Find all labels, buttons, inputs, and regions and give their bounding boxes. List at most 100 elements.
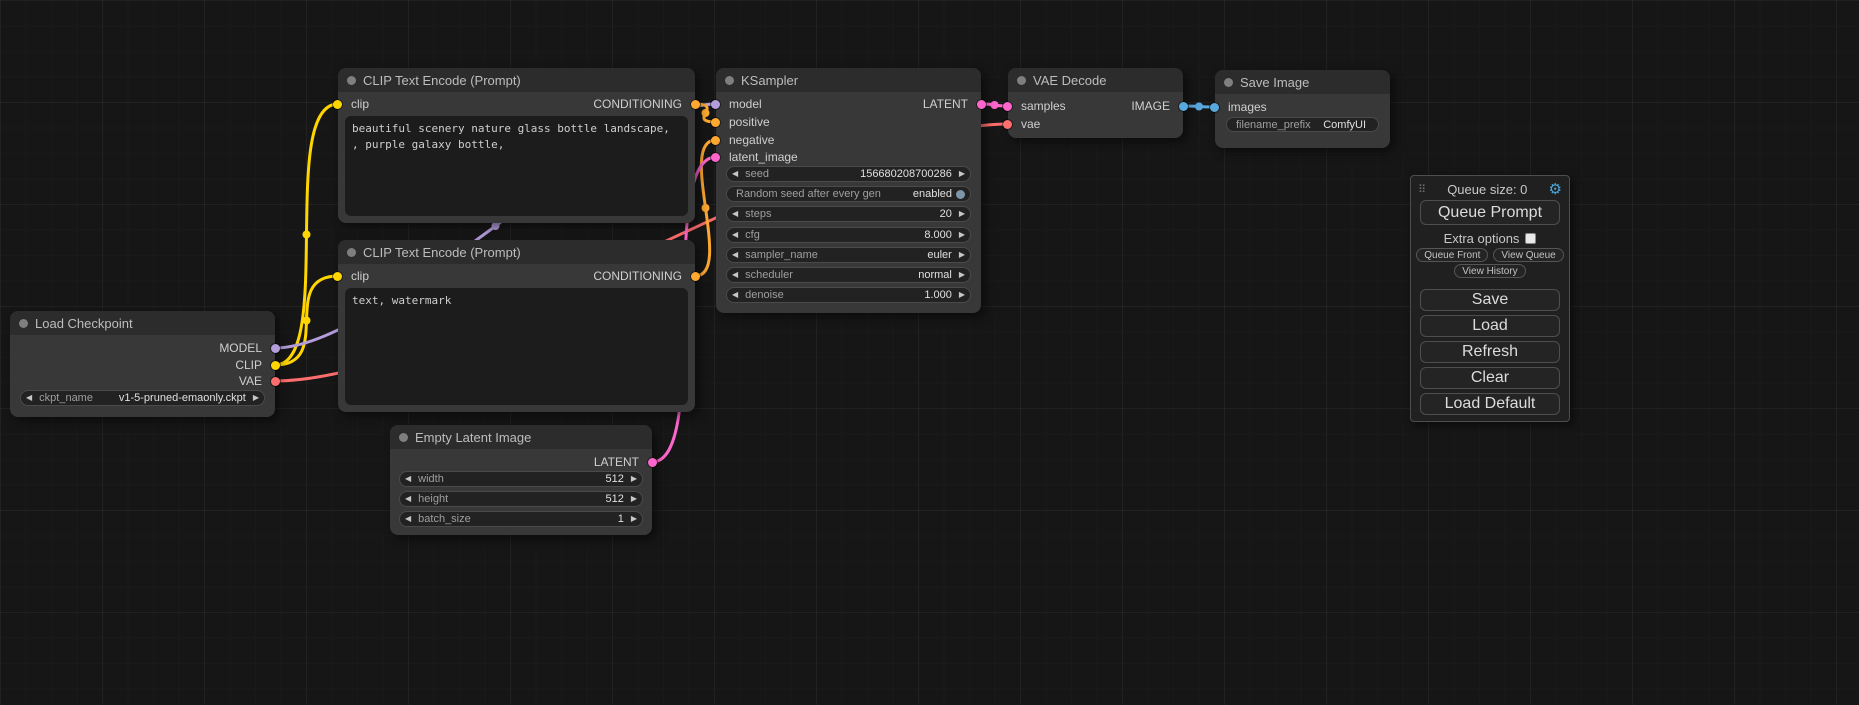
steps-widget[interactable]: ◀ steps 20 ▶ (726, 206, 971, 222)
input-label-clip: clip (351, 97, 369, 111)
node-header[interactable]: KSampler (716, 68, 981, 92)
settings-gear-icon[interactable]: ⚙ (1549, 182, 1562, 197)
refresh-button[interactable]: Refresh (1420, 341, 1560, 363)
input-port-clip[interactable] (333, 272, 342, 281)
node-header[interactable]: Load Checkpoint (10, 311, 275, 335)
prev-value-icon[interactable]: ◀ (732, 228, 738, 242)
node-empty-latent-image[interactable]: Empty Latent Image LATENT ◀ width 512 ▶ … (390, 425, 652, 535)
collapse-dot-icon[interactable] (1224, 78, 1233, 87)
filename-prefix-widget[interactable]: filename_prefix ComfyUI (1226, 117, 1379, 132)
input-port-vae[interactable] (1003, 120, 1012, 129)
widget-label: scheduler (745, 269, 793, 281)
cfg-widget[interactable]: ◀ cfg 8.000 ▶ (726, 227, 971, 243)
prompt-textarea[interactable]: beautiful scenery nature glass bottle la… (345, 116, 688, 216)
next-value-icon[interactable]: ▶ (631, 492, 637, 506)
widget-value: 20 (940, 208, 952, 220)
widget-label: seed (745, 168, 769, 180)
prev-value-icon[interactable]: ◀ (26, 391, 32, 405)
output-port-image[interactable] (1179, 102, 1188, 111)
load-button[interactable]: Load (1420, 315, 1560, 337)
output-port-latent[interactable] (648, 458, 657, 467)
output-port-model[interactable] (271, 344, 280, 353)
drag-handle-icon[interactable]: ⠿ (1418, 183, 1426, 196)
denoise-widget[interactable]: ◀ denoise 1.000 ▶ (726, 287, 971, 303)
widget-label: filename_prefix (1236, 119, 1311, 131)
output-label-vae: VAE (239, 374, 262, 388)
output-label-clip: CLIP (235, 358, 262, 372)
next-value-icon[interactable]: ▶ (959, 288, 965, 302)
extra-options-checkbox[interactable] (1525, 233, 1536, 244)
view-history-button[interactable]: View History (1454, 264, 1525, 278)
node-header[interactable]: CLIP Text Encode (Prompt) (338, 240, 695, 264)
collapse-dot-icon[interactable] (347, 248, 356, 257)
collapse-dot-icon[interactable] (399, 433, 408, 442)
input-port-samples[interactable] (1003, 102, 1012, 111)
node-load-checkpoint[interactable]: Load Checkpoint MODEL CLIP VAE ◀ ckpt_na… (10, 311, 275, 417)
prev-value-icon[interactable]: ◀ (405, 492, 411, 506)
node-header[interactable]: CLIP Text Encode (Prompt) (338, 68, 695, 92)
prev-value-icon[interactable]: ◀ (732, 248, 738, 262)
next-value-icon[interactable]: ▶ (631, 472, 637, 486)
scheduler-widget[interactable]: ◀ scheduler normal ▶ (726, 267, 971, 283)
toggle-indicator-icon[interactable] (956, 190, 965, 199)
node-save-image[interactable]: Save Image images filename_prefix ComfyU… (1215, 70, 1390, 148)
node-title: Load Checkpoint (35, 316, 133, 331)
save-button[interactable]: Save (1420, 289, 1560, 311)
widget-label: ckpt_name (39, 392, 93, 404)
widget-value: euler (927, 249, 951, 261)
collapse-dot-icon[interactable] (347, 76, 356, 85)
output-port-vae[interactable] (271, 377, 280, 386)
node-header[interactable]: Empty Latent Image (390, 425, 652, 449)
collapse-dot-icon[interactable] (725, 76, 734, 85)
input-port-positive[interactable] (711, 118, 720, 127)
input-port-model[interactable] (711, 100, 720, 109)
queue-menu-panel: ⠿ Queue size: 0 ⚙ Queue Prompt Extra opt… (1410, 175, 1570, 422)
output-port-clip[interactable] (271, 361, 280, 370)
prev-value-icon[interactable]: ◀ (405, 472, 411, 486)
prev-value-icon[interactable]: ◀ (732, 167, 738, 181)
batch-size-widget[interactable]: ◀ batch_size 1 ▶ (399, 511, 643, 527)
prev-value-icon[interactable]: ◀ (732, 288, 738, 302)
seed-widget[interactable]: ◀ seed 156680208700286 ▶ (726, 166, 971, 182)
prev-value-icon[interactable]: ◀ (405, 512, 411, 526)
node-ksampler[interactable]: KSampler model positive negative latent_… (716, 68, 981, 313)
prev-value-icon[interactable]: ◀ (732, 268, 738, 282)
output-port-latent[interactable] (977, 100, 986, 109)
output-port-conditioning[interactable] (691, 272, 700, 281)
input-port-negative[interactable] (711, 136, 720, 145)
width-widget[interactable]: ◀ width 512 ▶ (399, 471, 643, 487)
sampler-name-widget[interactable]: ◀ sampler_name euler ▶ (726, 247, 971, 263)
prompt-textarea[interactable]: text, watermark (345, 288, 688, 405)
clear-button[interactable]: Clear (1420, 367, 1560, 389)
next-value-icon[interactable]: ▶ (959, 207, 965, 221)
node-header[interactable]: VAE Decode (1008, 68, 1183, 92)
collapse-dot-icon[interactable] (19, 319, 28, 328)
ckpt-name-widget[interactable]: ◀ ckpt_name v1-5-pruned-emaonly.ckpt ▶ (20, 390, 265, 406)
node-graph-canvas[interactable]: Load Checkpoint MODEL CLIP VAE ◀ ckpt_na… (0, 0, 1859, 705)
next-value-icon[interactable]: ▶ (959, 268, 965, 282)
node-vae-decode[interactable]: VAE Decode samples vae IMAGE (1008, 68, 1183, 138)
output-label-latent: LATENT (923, 97, 968, 111)
queue-front-button[interactable]: Queue Front (1416, 248, 1488, 262)
node-clip-text-encode-positive[interactable]: CLIP Text Encode (Prompt) clip CONDITION… (338, 68, 695, 223)
load-default-button[interactable]: Load Default (1420, 393, 1560, 415)
next-value-icon[interactable]: ▶ (959, 228, 965, 242)
node-title: Save Image (1240, 75, 1309, 90)
random-seed-toggle-widget[interactable]: Random seed after every gen enabled (726, 186, 971, 202)
node-header[interactable]: Save Image (1215, 70, 1390, 94)
input-port-clip[interactable] (333, 100, 342, 109)
queue-prompt-button[interactable]: Queue Prompt (1420, 200, 1560, 225)
collapse-dot-icon[interactable] (1017, 76, 1026, 85)
next-value-icon[interactable]: ▶ (959, 248, 965, 262)
input-port-latent-image[interactable] (711, 153, 720, 162)
view-queue-button[interactable]: View Queue (1493, 248, 1563, 262)
height-widget[interactable]: ◀ height 512 ▶ (399, 491, 643, 507)
next-value-icon[interactable]: ▶ (631, 512, 637, 526)
output-port-conditioning[interactable] (691, 100, 700, 109)
node-clip-text-encode-negative[interactable]: CLIP Text Encode (Prompt) clip CONDITION… (338, 240, 695, 412)
input-port-images[interactable] (1210, 103, 1219, 112)
next-value-icon[interactable]: ▶ (959, 167, 965, 181)
prev-value-icon[interactable]: ◀ (732, 207, 738, 221)
next-value-icon[interactable]: ▶ (253, 391, 259, 405)
widget-label: height (418, 493, 448, 505)
